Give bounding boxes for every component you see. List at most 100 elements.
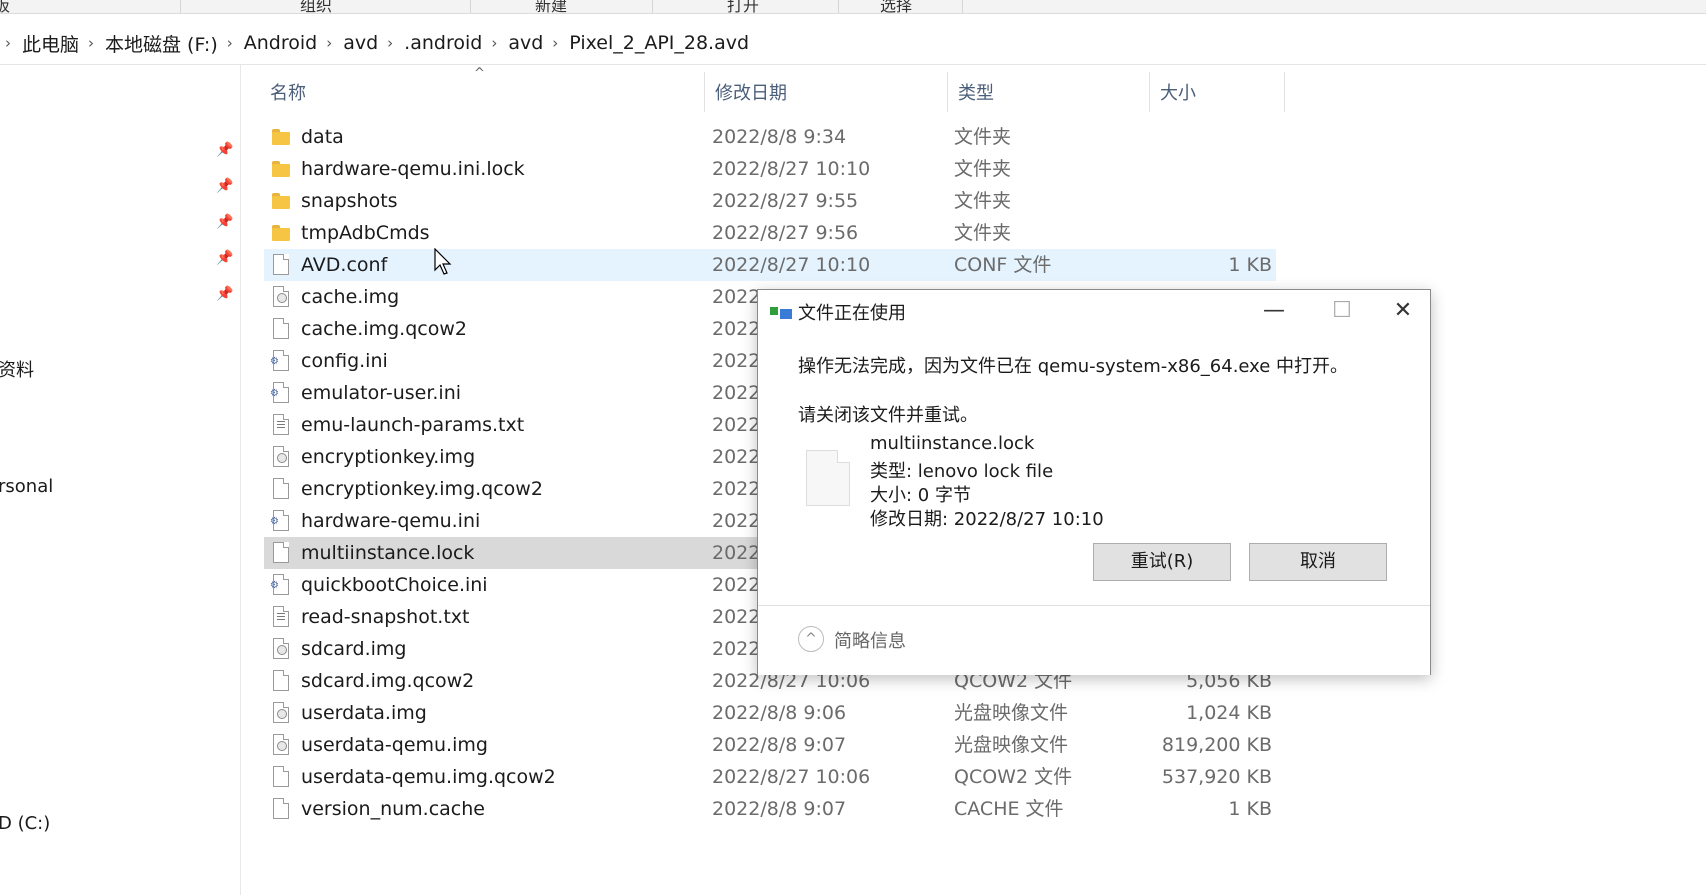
breadcrumb-android[interactable]: Android <box>244 32 317 54</box>
cancel-button[interactable]: 取消 <box>1249 543 1387 581</box>
file-row[interactable]: tmpAdbCmds 2022/8/27 9:56 文件夹 <box>264 217 1276 249</box>
ribbon-group-clipboard[interactable]: 板 <box>0 0 10 13</box>
chevron-right-icon[interactable]: › <box>552 34 558 52</box>
pin-icon[interactable]: 📌 <box>216 250 233 266</box>
file-name: tmpAdbCmds <box>301 222 430 244</box>
file-date: 2022/8/8 9:06 <box>712 702 847 724</box>
file-type: 文件夹 <box>954 222 1012 244</box>
pin-icon[interactable]: 📌 <box>216 178 233 194</box>
file-type: 光盘映像文件 <box>954 734 1069 756</box>
close-icon[interactable]: ✕ <box>1372 290 1434 332</box>
file-type: 文件夹 <box>954 158 1012 180</box>
chevron-right-icon[interactable]: › <box>88 34 94 52</box>
file-icon <box>273 318 289 339</box>
file-size: 1,024 KB <box>1186 702 1272 724</box>
minimize-icon[interactable]: — <box>1243 290 1305 332</box>
file-type: 光盘映像文件 <box>954 702 1069 724</box>
file-row[interactable]: AVD.conf 2022/8/27 10:10 CONF 文件 1 KB <box>264 249 1276 281</box>
file-row[interactable]: snapshots 2022/8/27 9:55 文件夹 <box>264 185 1276 217</box>
file-date: 2022/8/27 10:10 <box>712 158 871 180</box>
dialog-file-type: 类型: lenovo lock file <box>870 461 1054 482</box>
file-type: 文件夹 <box>954 190 1012 212</box>
file-row[interactable]: userdata-qemu.img 2022/8/8 9:07 光盘映像文件 8… <box>264 729 1276 761</box>
file-type: CACHE 文件 <box>954 798 1064 820</box>
file-date: 2022/8/8 9:07 <box>712 798 847 820</box>
nav-item-documents[interactable]: 资料 <box>0 356 34 382</box>
file-name: read-snapshot.txt <box>301 606 470 628</box>
navigation-pane: 📌 📌 📌 📌 📌 资料 rsonal D (C:) <box>0 65 241 895</box>
retry-button[interactable]: 重试(R) <box>1093 543 1231 581</box>
nav-item-personal[interactable]: rsonal <box>0 476 53 497</box>
chevron-up-icon[interactable]: ^ <box>798 626 824 652</box>
file-date: 2022/8/27 10:06 <box>712 766 871 788</box>
breadcrumb-drive-f[interactable]: 本地磁盘 (F:) <box>105 30 218 57</box>
chevron-right-icon[interactable]: › <box>491 34 497 52</box>
file-size: 1 KB <box>1228 798 1272 820</box>
file-icon <box>273 478 289 499</box>
nav-item-drive-c[interactable]: D (C:) <box>0 813 50 834</box>
dialog-titlebar[interactable]: 文件正在使用 — ☐ ✕ <box>758 290 1430 332</box>
folder-icon <box>272 129 290 145</box>
file-icon <box>273 254 289 275</box>
dialog-footer: ^ 简略信息 <box>758 605 1430 675</box>
file-name: userdata.img <box>301 702 427 724</box>
file-date: 2022/8/27 9:56 <box>712 222 859 244</box>
file-row[interactable]: version_num.cache 2022/8/8 9:07 CACHE 文件… <box>264 793 1276 825</box>
disc-file-icon <box>273 734 289 755</box>
chevron-right-icon[interactable]: › <box>326 34 332 52</box>
chevron-right-icon[interactable]: › <box>387 34 393 52</box>
file-date: 2022 <box>712 574 761 596</box>
breadcrumb-avd[interactable]: avd <box>343 32 378 54</box>
pin-icon[interactable]: 📌 <box>216 214 233 230</box>
file-size: 537,920 KB <box>1161 766 1272 788</box>
less-details-link[interactable]: 简略信息 <box>834 627 906 653</box>
file-in-use-dialog: 文件正在使用 — ☐ ✕ 操作无法完成，因为文件已在 qemu-system-x… <box>757 289 1431 675</box>
file-icon <box>273 766 289 787</box>
dialog-file-modified: 修改日期: 2022/8/27 10:10 <box>870 509 1104 530</box>
ribbon-group-open[interactable]: 打开 <box>727 0 759 13</box>
file-date: 2022 <box>712 414 761 436</box>
file-icon <box>806 450 850 506</box>
file-date: 2022 <box>712 446 761 468</box>
file-row[interactable]: userdata.img 2022/8/8 9:06 光盘映像文件 1,024 … <box>264 697 1276 729</box>
chevron-right-icon[interactable]: › <box>227 34 233 52</box>
file-row[interactable]: hardware-qemu.ini.lock 2022/8/27 10:10 文… <box>264 153 1276 185</box>
chevron-right-icon[interactable]: › <box>5 34 11 52</box>
file-date: 2022/8/8 9:34 <box>712 126 847 148</box>
address-bar[interactable]: › 此电脑 › 本地磁盘 (F:) › Android › avd › .and… <box>0 22 1706 64</box>
file-date: 2022 <box>712 638 761 660</box>
file-icon <box>273 670 289 691</box>
file-type: CONF 文件 <box>954 254 1052 276</box>
file-name: encryptionkey.img <box>301 446 476 468</box>
folder-icon <box>272 193 290 209</box>
file-name: quickbootChoice.ini <box>301 574 488 596</box>
breadcrumb-avd-2[interactable]: avd <box>508 32 543 54</box>
ribbon-group-select[interactable]: 选择 <box>880 0 912 13</box>
disc-file-icon <box>273 446 289 467</box>
pin-icon[interactable]: 📌 <box>216 142 233 158</box>
column-header-date[interactable]: 修改日期 <box>705 72 948 112</box>
file-date: 2022 <box>712 382 761 404</box>
file-name: encryptionkey.img.qcow2 <box>301 478 543 500</box>
file-size: 819,200 KB <box>1161 734 1272 756</box>
breadcrumb-pixel-avd[interactable]: Pixel_2_API_28.avd <box>569 32 749 54</box>
column-header-size[interactable]: 大小 <box>1150 72 1285 112</box>
ribbon-group-new[interactable]: 新建 <box>535 0 567 13</box>
file-name: userdata-qemu.img.qcow2 <box>301 766 556 788</box>
text-file-icon <box>273 414 289 435</box>
file-date: 2022/8/8 9:07 <box>712 734 847 756</box>
pin-icon[interactable]: 📌 <box>216 286 233 302</box>
maximize-icon[interactable]: ☐ <box>1311 290 1373 332</box>
breadcrumb-dot-android[interactable]: .android <box>404 32 482 54</box>
file-name: version_num.cache <box>301 798 485 820</box>
column-header-name[interactable]: 名称 <box>260 72 705 112</box>
file-row[interactable]: data 2022/8/8 9:34 文件夹 <box>264 121 1276 153</box>
ribbon-group-organize[interactable]: 组织 <box>300 0 332 13</box>
ini-file-icon <box>270 574 289 595</box>
file-icon <box>273 798 289 819</box>
file-row[interactable]: userdata-qemu.img.qcow2 2022/8/27 10:06 … <box>264 761 1276 793</box>
file-date: 2022 <box>712 350 761 372</box>
breadcrumb-this-pc[interactable]: 此电脑 <box>22 30 79 57</box>
column-header-type[interactable]: 类型 <box>948 72 1150 112</box>
file-date: 2022 <box>712 286 761 308</box>
